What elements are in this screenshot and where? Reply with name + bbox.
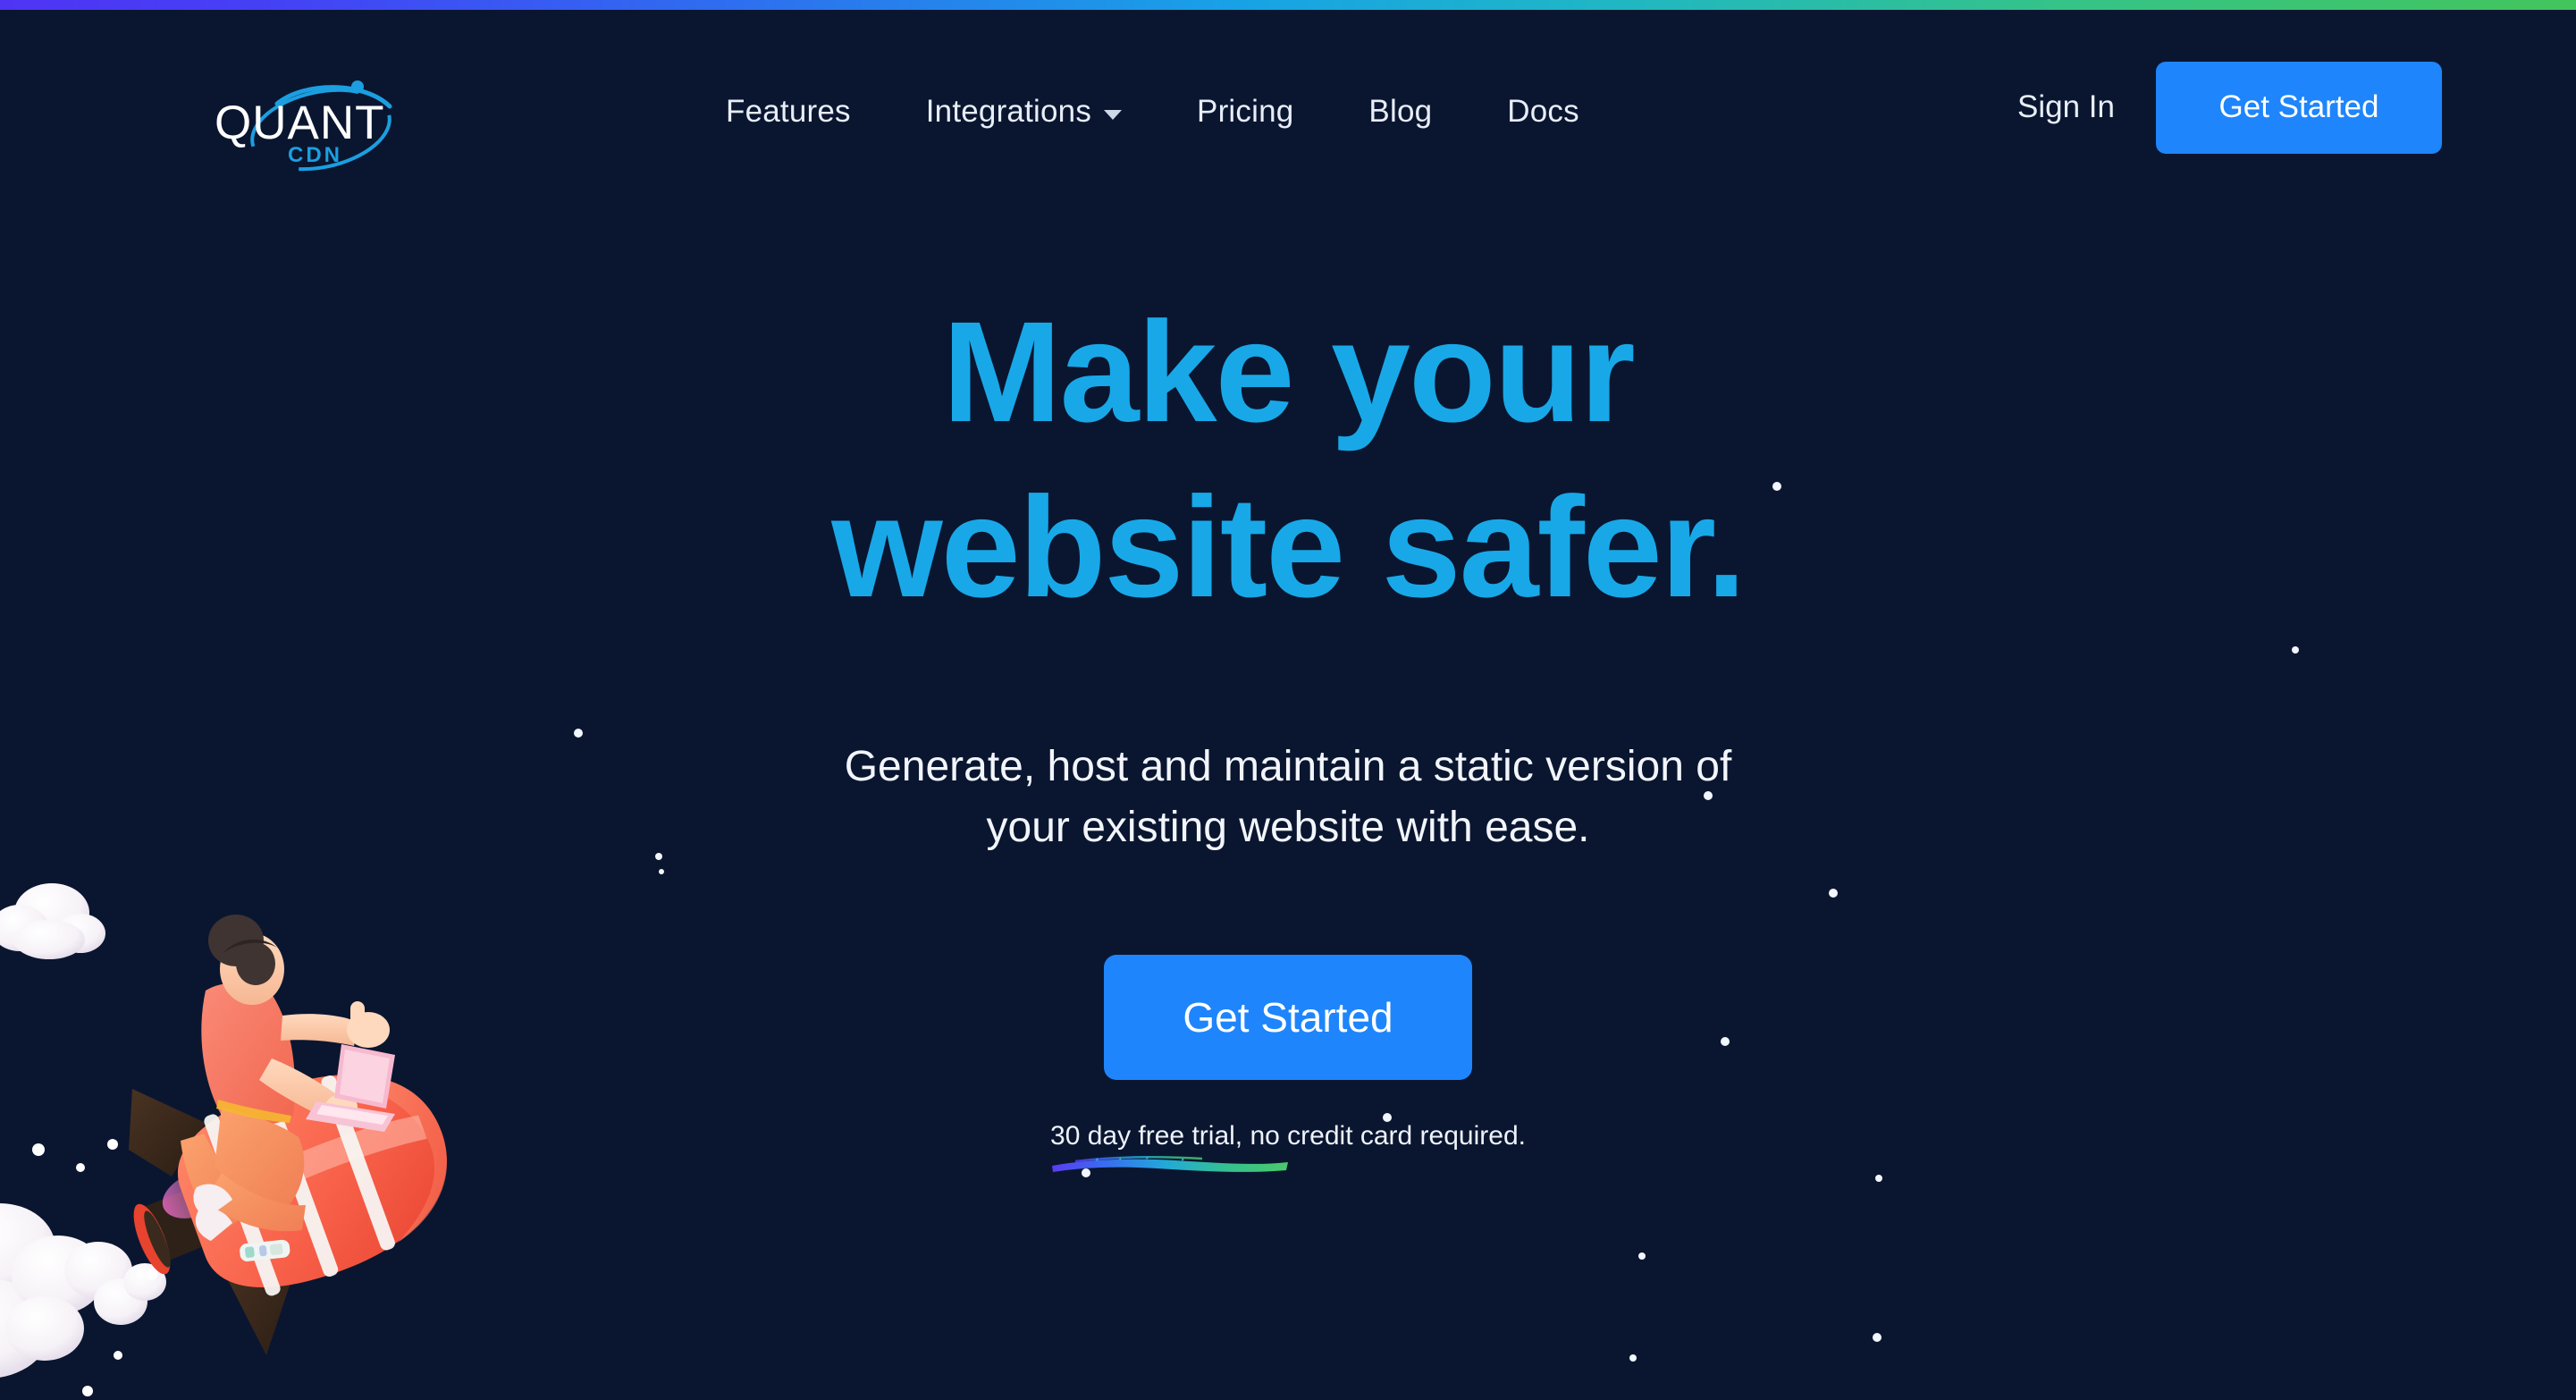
top-gradient-bar bbox=[0, 0, 2576, 10]
small-cloud bbox=[0, 883, 105, 959]
thumbs-up-hand bbox=[347, 1001, 390, 1048]
header-actions: Sign In Get Started bbox=[2017, 60, 2442, 155]
nav-item-label: Docs bbox=[1507, 94, 1579, 129]
exhaust-cloud bbox=[0, 1203, 166, 1378]
chevron-down-icon bbox=[1104, 109, 1123, 120]
landing-page: QUANT CDN Features Integrations Pricing … bbox=[0, 0, 2576, 1400]
nav-item-blog[interactable]: Blog bbox=[1331, 94, 1469, 130]
hero-title-line-2: website safer. bbox=[831, 467, 1746, 627]
nav-item-label: Pricing bbox=[1197, 94, 1294, 129]
gradient-underline-brushstroke-icon bbox=[1052, 1156, 1289, 1173]
main-navigation: Features Integrations Pricing Blog Docs bbox=[688, 94, 1617, 130]
rocket-body bbox=[177, 1075, 448, 1296]
svg-text:CDN: CDN bbox=[288, 143, 342, 167]
person-on-rocket-with-laptop-icon bbox=[0, 883, 448, 1396]
hero-get-started-button[interactable]: Get Started bbox=[1104, 955, 1472, 1081]
laptop bbox=[306, 1044, 395, 1132]
page-title: Make your website safer. bbox=[618, 300, 1958, 619]
nav-item-pricing[interactable]: Pricing bbox=[1159, 94, 1331, 130]
sign-in-link[interactable]: Sign In bbox=[2017, 60, 2156, 155]
svg-text:QUANT: QUANT bbox=[215, 97, 385, 149]
nav-item-docs[interactable]: Docs bbox=[1469, 94, 1617, 130]
hero-content: Make your website safer. Generate, host … bbox=[618, 175, 1958, 1173]
hero-cta-wrapper: Get Started bbox=[618, 955, 1958, 1081]
trial-note-text: 30 day free trial, no credit card requir… bbox=[1050, 1121, 1526, 1151]
hero-section: Make your website safer. Generate, host … bbox=[0, 175, 2576, 1400]
hero-subtitle: Generate, host and maintain a static ver… bbox=[618, 737, 1958, 858]
rocket-engine bbox=[133, 1187, 218, 1275]
trial-note-wrapper: 30 day free trial, no credit card requir… bbox=[1050, 1121, 1526, 1173]
hero-title-line-1: Make your bbox=[942, 291, 1635, 451]
nav-item-features[interactable]: Features bbox=[688, 94, 888, 130]
site-header: QUANT CDN Features Integrations Pricing … bbox=[0, 10, 2576, 175]
hero-illustration bbox=[0, 855, 492, 1400]
rocket-bottom-fin bbox=[225, 1239, 302, 1355]
person-rider bbox=[181, 915, 390, 1241]
hero-subtitle-line-2: your existing website with ease. bbox=[986, 804, 1590, 852]
brand-logo-link[interactable]: QUANT CDN bbox=[198, 74, 440, 174]
rocket-back-fin bbox=[129, 1089, 206, 1177]
nav-item-label: Features bbox=[726, 94, 851, 129]
nav-item-label: Blog bbox=[1368, 94, 1433, 129]
nav-item-integrations[interactable]: Integrations bbox=[888, 94, 1159, 130]
header-get-started-button[interactable]: Get Started bbox=[2156, 61, 2442, 154]
nav-item-label: Integrations bbox=[925, 94, 1092, 129]
quant-cdn-logo-icon: QUANT CDN bbox=[215, 80, 392, 172]
hero-subtitle-line-1: Generate, host and maintain a static ver… bbox=[844, 743, 1732, 790]
cloud-droplets bbox=[32, 1139, 157, 1396]
